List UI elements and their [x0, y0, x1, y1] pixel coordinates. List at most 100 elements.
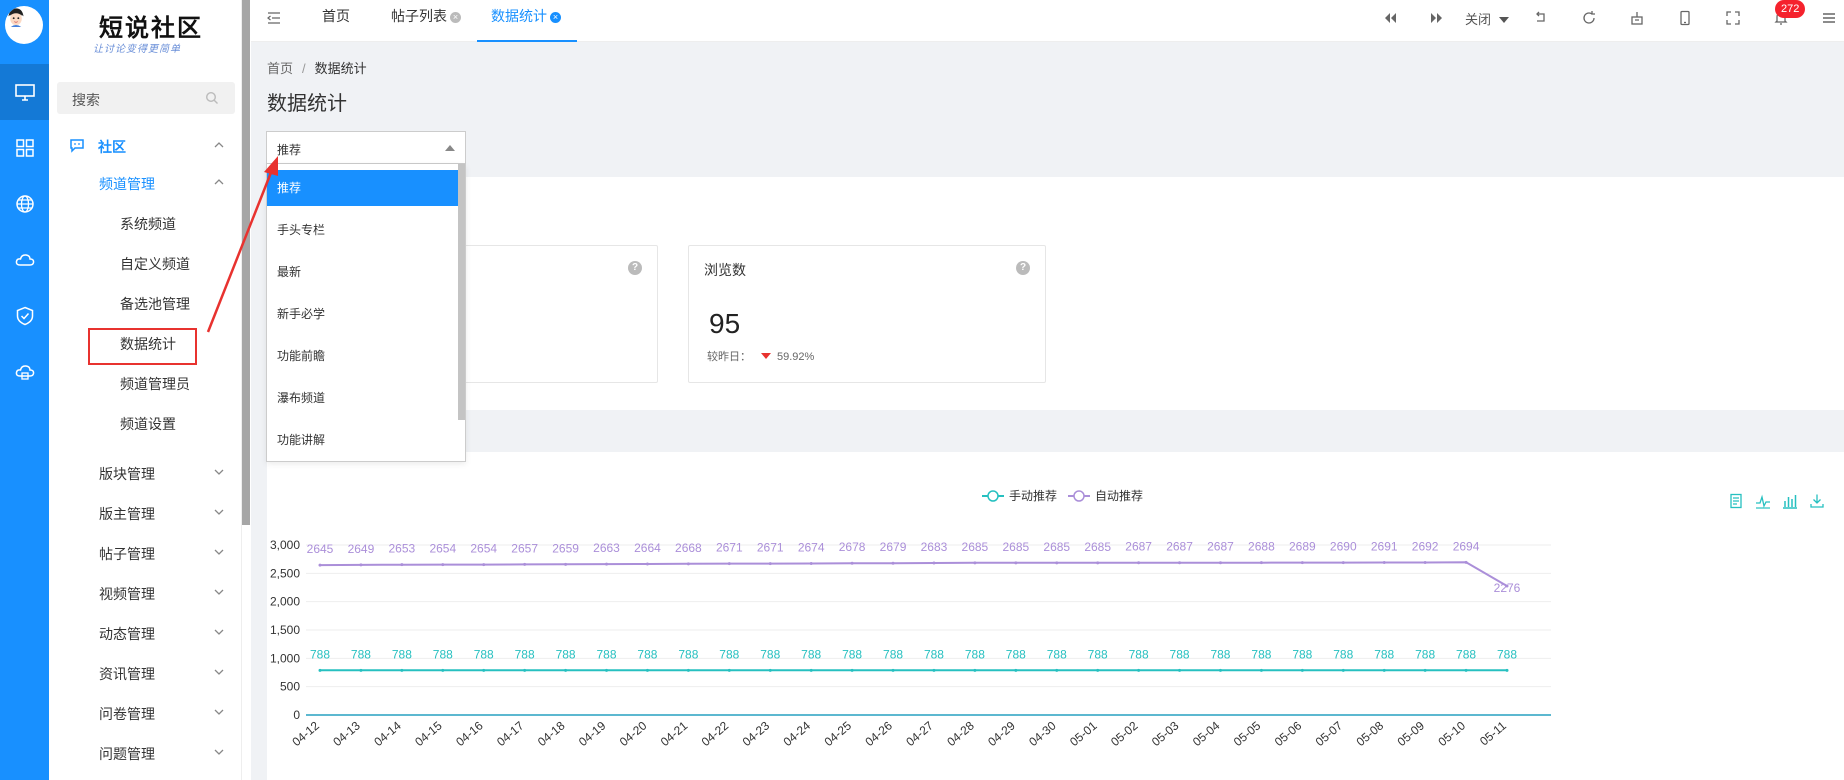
option-recommend[interactable]: 推荐 — [267, 170, 460, 206]
data-label: 788 — [1129, 647, 1149, 661]
sidebar-group-community[interactable]: 社区 — [98, 137, 126, 157]
sidebar-item-videos[interactable]: 视频管理 — [99, 584, 155, 604]
shield-icon[interactable] — [0, 288, 49, 344]
data-label: 2687 — [1166, 540, 1193, 554]
options-scrollbar[interactable] — [458, 164, 465, 420]
tab-post-list[interactable]: 帖子列表 × — [391, 0, 471, 42]
close-icon[interactable]: × — [450, 12, 461, 23]
sidebar-item-moderators[interactable]: 版主管理 — [99, 504, 155, 524]
data-label: 788 — [1292, 647, 1312, 661]
option-column[interactable]: 手头专栏 — [267, 212, 460, 248]
annotation-arrow — [206, 156, 278, 333]
grid-icon[interactable] — [0, 120, 49, 176]
data-point — [727, 668, 731, 672]
help-icon[interactable]: ? — [1016, 261, 1030, 275]
sidebar-item-news[interactable]: 资讯管理 — [99, 664, 155, 684]
data-point — [523, 668, 527, 672]
data-view-icon[interactable] — [1728, 493, 1744, 509]
close-tabs-dropdown[interactable]: 关闭 — [1465, 9, 1509, 28]
undo-icon[interactable] — [1533, 10, 1549, 26]
search-input[interactable]: 搜索 — [57, 82, 235, 114]
channel-select[interactable]: 推荐 — [266, 131, 466, 164]
tab-home[interactable]: 首页 — [322, 0, 352, 42]
data-point — [850, 668, 854, 672]
forward-icon[interactable] — [1429, 10, 1445, 26]
mobile-icon[interactable] — [1677, 10, 1693, 26]
close-tabs-label: 关闭 — [1465, 12, 1492, 27]
data-point — [973, 668, 977, 672]
broom-icon[interactable] — [1629, 10, 1645, 26]
sidebar-item-surveys[interactable]: 问卷管理 — [99, 704, 155, 724]
sidebar-item-system-channel[interactable]: 系统频道 — [120, 214, 176, 234]
data-label: 788 — [678, 647, 698, 661]
sidebar-item-channel-settings[interactable]: 频道设置 — [120, 414, 176, 434]
sidebar-submenu-channels[interactable]: 频道管理 — [99, 174, 155, 194]
x-tick-label: 05-03 — [1149, 718, 1182, 749]
sidebar-item-feeds[interactable]: 动态管理 — [99, 624, 155, 644]
data-label: 2691 — [1371, 540, 1398, 554]
sidebar-item-pool[interactable]: 备选池管理 — [120, 294, 190, 314]
data-label: 788 — [842, 647, 862, 661]
data-label: 2685 — [1002, 540, 1029, 554]
data-label: 788 — [1047, 647, 1067, 661]
fullscreen-icon[interactable] — [1725, 10, 1741, 26]
sidebar-item-questions[interactable]: 问题管理 — [99, 744, 155, 764]
data-point — [523, 562, 527, 566]
data-point — [727, 562, 731, 566]
x-tick-label: 05-10 — [1435, 718, 1468, 749]
search-icon[interactable] — [205, 91, 219, 105]
x-tick-label: 04-12 — [289, 718, 322, 749]
x-tick-label: 04-20 — [617, 718, 650, 749]
menu-fold-icon[interactable] — [267, 11, 281, 25]
bar-chart-icon[interactable] — [1782, 493, 1798, 509]
data-label: 788 — [883, 647, 903, 661]
refresh-icon[interactable] — [1581, 10, 1597, 26]
data-label: 2276 — [1494, 581, 1521, 595]
data-label: 788 — [760, 647, 780, 661]
desktop-icon[interactable] — [0, 64, 49, 120]
option-beginner[interactable]: 新手必学 — [267, 296, 460, 332]
data-label: 788 — [351, 647, 371, 661]
page-title: 数据统计 — [267, 93, 347, 115]
data-label: 2674 — [798, 540, 825, 554]
data-point — [1300, 668, 1304, 672]
data-point — [482, 668, 486, 672]
cloud-service-icon[interactable] — [0, 344, 49, 400]
data-label: 2685 — [1043, 540, 1070, 554]
data-point — [359, 563, 363, 567]
sidebar-item-channel-admins[interactable]: 频道管理员 — [120, 374, 190, 394]
data-label: 2654 — [429, 542, 456, 556]
annotation-highlight-box — [88, 328, 197, 365]
option-latest[interactable]: 最新 — [267, 254, 460, 290]
data-point — [1014, 668, 1018, 672]
sidebar-item-custom-channel[interactable]: 自定义频道 — [120, 254, 190, 274]
help-icon[interactable]: ? — [628, 261, 642, 275]
x-tick-label: 04-28 — [944, 718, 977, 749]
backward-icon[interactable] — [1382, 10, 1398, 26]
sidebar-item-sections[interactable]: 版块管理 — [99, 464, 155, 484]
option-preview[interactable]: 功能前瞻 — [267, 338, 460, 374]
data-point — [809, 668, 813, 672]
avatar[interactable] — [5, 6, 43, 44]
sidebar-item-posts[interactable]: 帖子管理 — [99, 544, 155, 564]
x-tick-label: 04-16 — [453, 718, 486, 749]
option-waterfall[interactable]: 瀑布频道 — [267, 380, 460, 416]
chevron-down-icon — [214, 629, 224, 635]
data-point — [1178, 561, 1182, 565]
data-point — [359, 668, 363, 672]
x-tick-label: 05-11 — [1477, 718, 1509, 748]
download-icon[interactable] — [1809, 493, 1825, 509]
line-chart-icon[interactable] — [1755, 493, 1771, 509]
data-point — [1096, 668, 1100, 672]
close-icon[interactable]: × — [550, 12, 561, 23]
globe-icon[interactable] — [0, 176, 49, 232]
sidebar: 短说社区 让讨论变得更简单 搜索 社区 频道管理 系统频道 自定义频道 备选池管… — [49, 0, 250, 780]
data-label: 788 — [310, 647, 330, 661]
search-placeholder: 搜索 — [72, 92, 100, 108]
breadcrumb-home[interactable]: 首页 — [267, 61, 293, 76]
option-feature-guide[interactable]: 功能讲解 — [267, 422, 460, 458]
tab-statistics[interactable]: 数据统计 × — [477, 0, 577, 42]
cloud-icon[interactable] — [0, 232, 49, 288]
hamburger-menu-icon[interactable] — [1821, 10, 1837, 26]
data-point — [1218, 668, 1222, 672]
